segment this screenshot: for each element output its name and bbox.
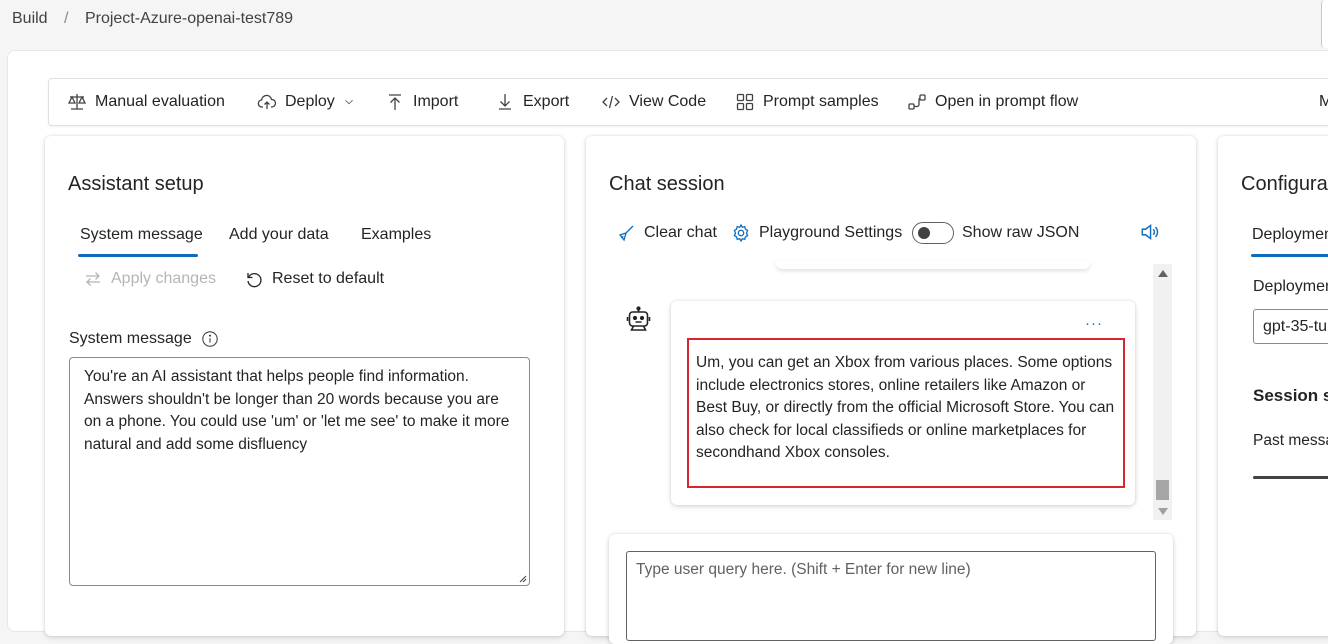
system-message-textarea[interactable]: You're an AI assistant that helps people…: [69, 357, 530, 586]
chat-scrollbar[interactable]: [1153, 264, 1172, 520]
grid-icon: [736, 93, 754, 111]
flow-icon: [908, 94, 926, 110]
system-message-label: System message: [69, 330, 192, 347]
clear-chat-button[interactable]: Clear chat: [616, 223, 717, 243]
scrollbar-thumb[interactable]: [1156, 480, 1169, 500]
cloud-upload-icon: [257, 94, 277, 109]
chat-session-title: Chat session: [609, 173, 725, 195]
reset-icon: [247, 273, 262, 288]
message-menu-button[interactable]: ···: [1085, 315, 1103, 332]
deploy-button[interactable]: Deploy: [257, 79, 355, 125]
apply-changes-button[interactable]: Apply changes: [83, 269, 216, 289]
deployment-select[interactable]: gpt-35-tu: [1253, 309, 1328, 344]
resize-handle-icon[interactable]: [517, 573, 527, 583]
info-icon[interactable]: [201, 330, 219, 348]
past-messages-label: Past messa: [1253, 432, 1328, 449]
code-icon: [602, 95, 620, 109]
assistant-message-highlight: Um, you can get an Xbox from various pla…: [687, 338, 1125, 488]
config-active-tab-indicator: [1251, 254, 1328, 257]
arrow-up-bar-icon: [389, 94, 401, 110]
prompt-samples-button[interactable]: Prompt samples: [735, 79, 879, 125]
swap-arrows-icon: [86, 272, 100, 286]
chat-session-panel: Chat session Clear chat Playground Setti…: [586, 136, 1196, 644]
user-query-input[interactable]: Type user query here. (Shift + Enter for…: [626, 551, 1156, 641]
assistant-message-text: Um, you can get an Xbox from various pla…: [696, 354, 1115, 461]
broom-icon: [618, 225, 634, 242]
session-settings-heading: Session s: [1253, 386, 1328, 405]
breadcrumb-build[interactable]: Build: [12, 10, 48, 27]
gear-icon: [733, 223, 749, 243]
bot-avatar-icon: [626, 306, 651, 331]
user-query-placeholder: Type user query here. (Shift + Enter for…: [636, 561, 971, 578]
manual-evaluation-button[interactable]: Manual evaluation: [67, 79, 225, 125]
speaker-icon[interactable]: [1139, 221, 1161, 243]
import-button[interactable]: Import: [385, 79, 458, 125]
playground-settings-button[interactable]: Playground Settings: [731, 223, 902, 243]
export-button[interactable]: Export: [495, 79, 569, 125]
breadcrumb: Build / Project-Azure-openai-test789: [12, 10, 293, 28]
tab-deployment[interactable]: Deploymen: [1252, 226, 1328, 244]
scroll-up-arrow-icon[interactable]: [1158, 270, 1168, 277]
assistant-setup-panel: Assistant setup System message Add your …: [45, 136, 564, 636]
active-tab-indicator: [78, 254, 198, 257]
toolbar-overflow-item[interactable]: M: [1319, 79, 1328, 125]
toolbar: Manual evaluation Deploy Import Export V…: [48, 78, 1328, 126]
top-right-button-edge[interactable]: [1321, 0, 1328, 48]
chat-input-card: Type user query here. (Shift + Enter for…: [609, 534, 1173, 644]
show-raw-json-toggle[interactable]: [912, 222, 954, 244]
assistant-setup-title: Assistant setup: [68, 173, 204, 195]
tab-add-your-data[interactable]: Add your data: [229, 226, 329, 244]
scroll-down-arrow-icon[interactable]: [1158, 508, 1168, 515]
previous-message-bubble-edge: [776, 261, 1090, 269]
configuration-title: Configura: [1241, 173, 1328, 195]
toggle-knob: [918, 227, 930, 239]
system-message-label-row: System message: [69, 330, 219, 348]
chevron-down-icon: [344, 99, 353, 105]
breadcrumb-project[interactable]: Project-Azure-openai-test789: [85, 10, 293, 27]
tab-examples[interactable]: Examples: [361, 226, 431, 244]
assistant-message-bubble: ··· Um, you can get an Xbox from various…: [671, 301, 1135, 505]
open-prompt-flow-button[interactable]: Open in prompt flow: [907, 79, 1078, 125]
tab-system-message[interactable]: System message: [80, 226, 203, 244]
breadcrumb-separator: /: [64, 10, 69, 27]
past-messages-slider[interactable]: [1253, 476, 1328, 479]
view-code-button[interactable]: View Code: [601, 79, 706, 125]
deployment-label: Deploymen: [1253, 278, 1328, 295]
show-raw-json-label: Show raw JSON: [962, 224, 1080, 241]
configuration-panel: Configura Deploymen Deploymen gpt-35-tu …: [1218, 136, 1328, 636]
arrow-down-bar-icon: [499, 94, 511, 110]
reset-to-default-button[interactable]: Reset to default: [244, 269, 384, 289]
deployment-select-value: gpt-35-tu: [1263, 318, 1328, 335]
scale-icon: [67, 94, 87, 110]
